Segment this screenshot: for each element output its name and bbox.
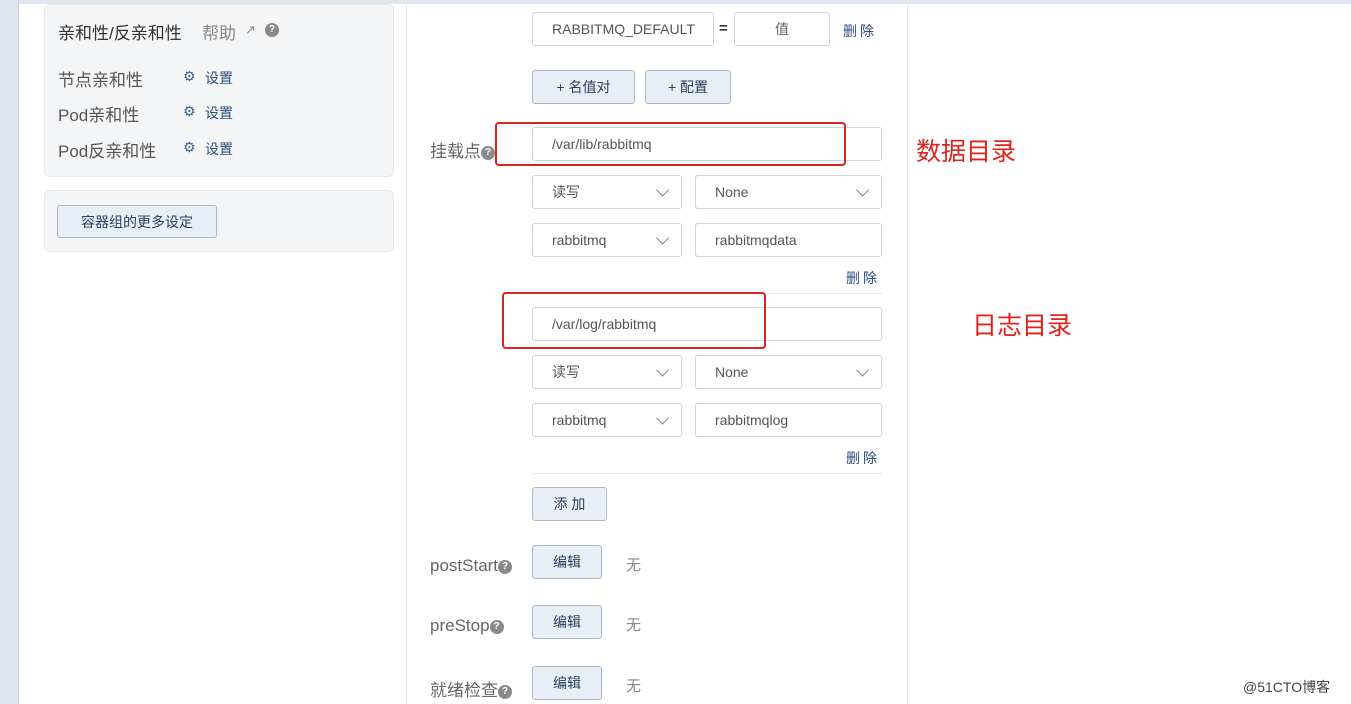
readiness-value: 无 xyxy=(626,678,642,695)
poststart-value: 无 xyxy=(626,557,642,574)
prestop-edit-button[interactable]: 编辑 xyxy=(532,605,602,639)
prestop-value: 无 xyxy=(626,617,642,634)
mount-delete-link[interactable]: 删除 xyxy=(846,268,880,288)
prestop-label: preStop? xyxy=(430,616,504,636)
data-dir-highlight-box xyxy=(495,122,846,166)
equals-sign: = xyxy=(719,20,728,37)
add-config-button[interactable]: + 配置 xyxy=(645,70,731,104)
mount-propagation-select[interactable]: None xyxy=(695,175,882,209)
mount-propagation-select[interactable]: None xyxy=(695,355,882,389)
chevron-down-icon xyxy=(656,363,669,377)
more-settings-button[interactable]: 容器组的更多设定 xyxy=(57,205,217,238)
add-mount-button[interactable]: 添 加 xyxy=(532,487,607,521)
form-left-border xyxy=(406,0,407,704)
env-name-input[interactable]: RABBITMQ_DEFAULT xyxy=(532,12,714,46)
node-affinity-label: 节点亲和性 xyxy=(58,71,143,90)
chevron-down-icon xyxy=(856,363,869,377)
mount-delete-link[interactable]: 删除 xyxy=(846,448,880,468)
mount-divider xyxy=(532,473,882,474)
help-question-icon[interactable]: ? xyxy=(481,145,495,160)
pod-anti-affinity-label: Pod反亲和性 xyxy=(58,142,157,161)
chevron-down-icon xyxy=(656,231,669,245)
external-link-icon[interactable]: ↗ xyxy=(245,22,256,38)
mount-mode-select[interactable]: 读写 xyxy=(532,175,682,209)
help-question-icon[interactable]: ? xyxy=(489,619,504,634)
gear-icon[interactable]: ⚙ xyxy=(183,68,196,85)
affinity-title: 亲和性/反亲和性 xyxy=(58,24,182,43)
help-link[interactable]: 帮助 xyxy=(202,19,236,44)
add-name-value-button[interactable]: + 名值对 xyxy=(532,70,635,104)
env-value-input[interactable]: 值 xyxy=(734,12,830,46)
help-question-icon[interactable]: ? xyxy=(498,684,512,699)
window-left-border xyxy=(0,0,19,704)
form-right-border xyxy=(907,0,908,704)
chevron-down-icon xyxy=(656,183,669,197)
pod-anti-affinity-settings-link[interactable]: 设置 xyxy=(205,139,233,159)
log-dir-annotation: 日志目录 xyxy=(972,312,1073,340)
gear-icon[interactable]: ⚙ xyxy=(183,103,196,120)
node-affinity-settings-link[interactable]: 设置 xyxy=(205,68,233,88)
data-dir-annotation: 数据目录 xyxy=(916,138,1017,166)
mount-volume-select[interactable]: rabbitmq xyxy=(532,403,682,437)
mount-volume-select[interactable]: rabbitmq xyxy=(532,223,682,257)
pod-affinity-settings-link[interactable]: 设置 xyxy=(205,103,233,123)
pod-affinity-label: Pod亲和性 xyxy=(58,106,140,125)
watermark: @51CTO博客 xyxy=(1243,679,1331,695)
log-dir-highlight-box xyxy=(502,292,766,349)
chevron-down-icon xyxy=(656,411,669,425)
poststart-edit-button[interactable]: 编辑 xyxy=(532,545,602,579)
poststart-label: postStart? xyxy=(430,556,513,576)
help-question-icon[interactable]: ? xyxy=(265,21,279,39)
readiness-label: 就绪检查? xyxy=(430,676,512,701)
chevron-down-icon xyxy=(856,183,869,197)
help-question-icon[interactable]: ? xyxy=(498,559,513,574)
readiness-edit-button[interactable]: 编辑 xyxy=(532,666,602,700)
gear-icon[interactable]: ⚙ xyxy=(183,139,196,156)
mount-subpath-input[interactable]: rabbitmqdata xyxy=(695,223,882,257)
env-delete-link[interactable]: 删除 xyxy=(843,21,877,41)
mount-mode-select[interactable]: 读写 xyxy=(532,355,682,389)
mount-subpath-input[interactable]: rabbitmqlog xyxy=(695,403,882,437)
mount-point-label: 挂载点? xyxy=(430,137,495,162)
